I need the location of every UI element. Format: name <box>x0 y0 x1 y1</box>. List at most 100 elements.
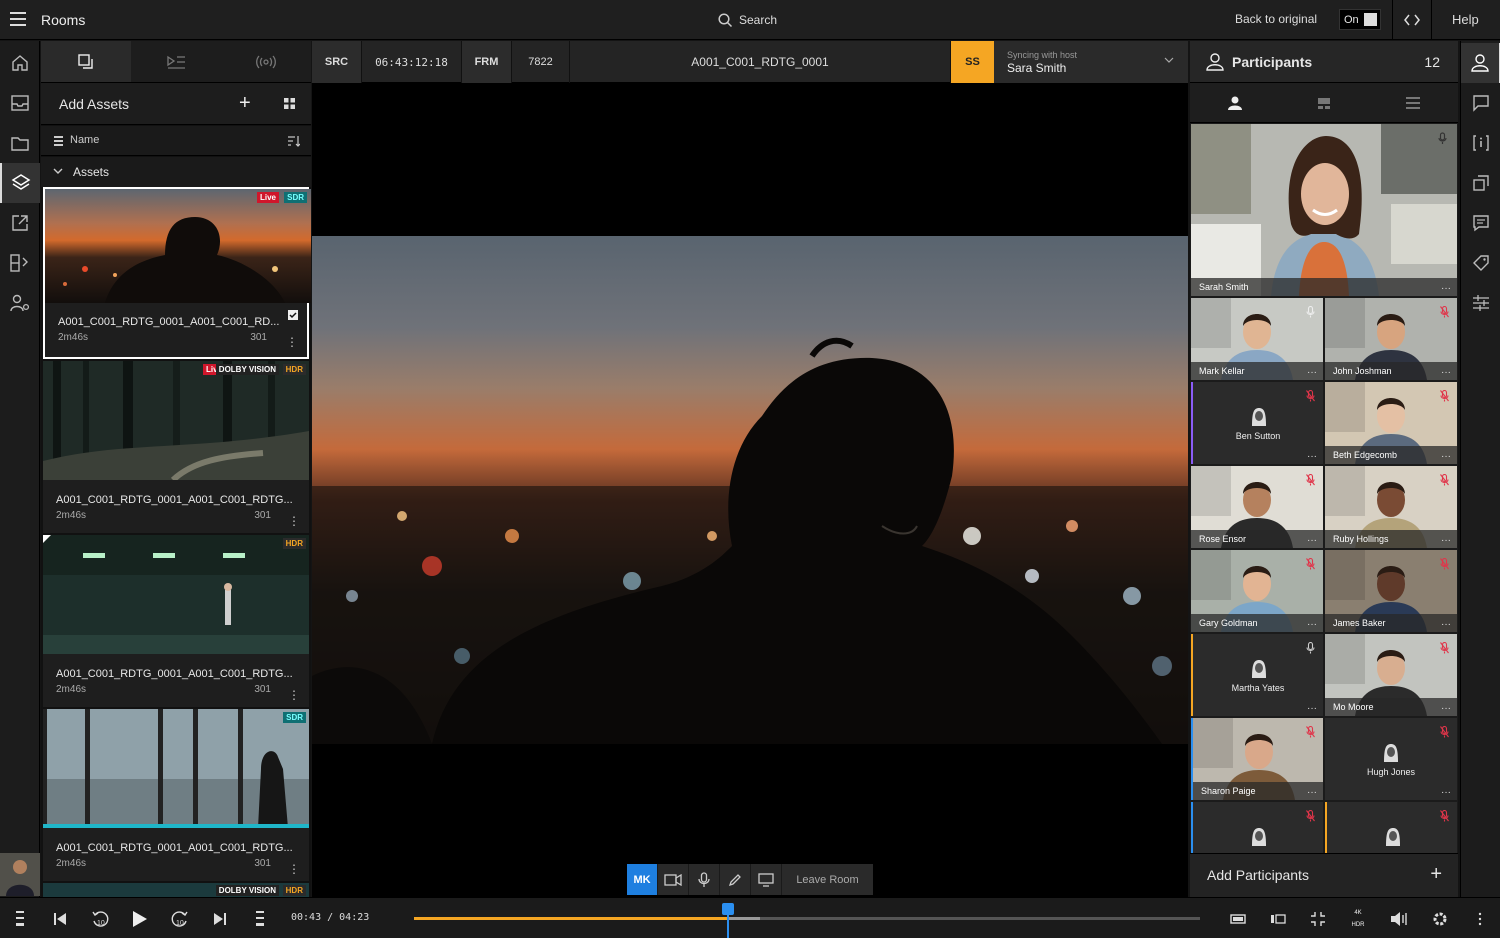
participant-tile[interactable]: Beth Edgecomb ··· <box>1325 382 1457 464</box>
grid-view-icon[interactable] <box>284 98 295 109</box>
playhead-handle[interactable] <box>722 903 735 938</box>
participant-tile[interactable]: Rose Ensor ··· <box>1191 466 1323 548</box>
leave-room-button[interactable]: Leave Room <box>782 864 873 895</box>
more-options-icon[interactable]: ··· <box>1441 367 1451 378</box>
original-toggle[interactable]: On <box>1339 9 1381 30</box>
checkbox-checked-icon[interactable] <box>288 310 298 320</box>
asset-card[interactable]: Live DOLBY VISION HDR A001_C001_RDTG_000… <box>43 361 309 533</box>
tag-icon[interactable] <box>1461 243 1500 283</box>
camera-button[interactable] <box>658 864 689 895</box>
tab-speaker-view[interactable] <box>1190 83 1279 122</box>
user-settings-icon[interactable] <box>0 283 40 323</box>
microphone-button[interactable] <box>689 864 720 895</box>
participant-tile[interactable]: James Baker ··· <box>1325 550 1457 632</box>
more-options-icon[interactable]: ··· <box>1307 619 1317 630</box>
embed-code-button[interactable] <box>1392 0 1432 40</box>
asset-card[interactable]: SDR A001_C001_RDTG_0001_A001_C001_RDTG..… <box>43 709 309 881</box>
adjustments-icon[interactable] <box>1461 283 1500 323</box>
more-options-icon[interactable]: ⋮ <box>288 515 300 527</box>
main-participant-video[interactable]: Sarah Smith ··· <box>1191 124 1457 296</box>
tab-assets[interactable] <box>41 41 131 82</box>
more-options-icon[interactable]: ··· <box>1307 535 1317 546</box>
participant-tile[interactable]: John Joshman ··· <box>1325 298 1457 380</box>
help-link[interactable]: Help <box>1452 12 1479 27</box>
quality-selector[interactable]: 4K HDR <box>1338 898 1378 938</box>
asset-card[interactable]: HDR A001_C001_RDTG_0001_A001_C001_RDTG..… <box>43 535 309 707</box>
skip-forward-button[interactable] <box>200 898 240 938</box>
add-asset-plus-icon[interactable]: + <box>239 93 251 113</box>
more-options-icon[interactable]: ··· <box>1441 451 1451 462</box>
tab-list-view[interactable] <box>1369 83 1458 122</box>
tab-live[interactable] <box>221 41 311 82</box>
more-options-icon[interactable]: ⋮ <box>286 336 298 348</box>
folder-icon[interactable] <box>0 123 40 163</box>
more-options-icon[interactable]: ··· <box>1441 619 1451 630</box>
asset-duration: 2m46s <box>56 510 87 521</box>
search-button[interactable]: Search <box>718 10 777 30</box>
more-options-icon[interactable]: ··· <box>1307 451 1317 462</box>
assets-group-header[interactable]: Assets <box>41 157 311 187</box>
rewind-10-button[interactable]: 10 <box>80 898 120 938</box>
more-options-icon[interactable]: ⋮ <box>288 863 300 875</box>
participant-tile[interactable]: Mo Moore ··· <box>1325 634 1457 716</box>
participant-tile[interactable] <box>1325 802 1457 853</box>
more-options-icon[interactable]: ⋮ <box>288 689 300 701</box>
participant-tile[interactable]: Gary Goldman ··· <box>1191 550 1323 632</box>
volume-button[interactable] <box>1380 898 1420 938</box>
forward-10-button[interactable]: 10 <box>160 898 200 938</box>
scrub-bar[interactable] <box>414 903 1200 938</box>
tab-playlist[interactable] <box>131 41 221 82</box>
screen-share-button[interactable] <box>751 864 782 895</box>
annotate-button[interactable] <box>720 864 751 895</box>
participant-tile[interactable]: Hugh Jones ··· <box>1325 718 1457 800</box>
layers-icon[interactable] <box>0 163 40 203</box>
flag-comment-icon[interactable] <box>1461 83 1500 123</box>
participant-tile[interactable]: Sharon Paige ··· <box>1191 718 1323 800</box>
my-initials-button[interactable]: MK <box>627 864 658 895</box>
video-viewer[interactable] <box>312 83 1188 897</box>
hamburger-menu-icon[interactable] <box>10 11 30 29</box>
play-button[interactable] <box>120 898 160 938</box>
user-avatar[interactable] <box>0 853 40 896</box>
compare-layout-button[interactable] <box>1258 898 1298 938</box>
sync-host-dropdown[interactable]: Syncing with host Sara Smith <box>994 41 1188 83</box>
rewind-10-icon: 10 <box>92 910 109 927</box>
more-options-icon[interactable]: ··· <box>1441 787 1451 798</box>
inbox-icon[interactable] <box>0 83 40 123</box>
more-options-icon[interactable]: ··· <box>1441 283 1451 294</box>
share-out-icon[interactable] <box>0 203 40 243</box>
add-participant-plus-icon[interactable]: + <box>1430 863 1442 886</box>
participant-tile[interactable]: Ruby Hollings ··· <box>1325 466 1457 548</box>
more-options-icon[interactable]: ··· <box>1307 703 1317 714</box>
more-options-icon[interactable] <box>1460 898 1500 938</box>
more-options-icon[interactable]: ··· <box>1441 535 1451 546</box>
queue-icon[interactable] <box>240 898 280 938</box>
fullscreen-button[interactable] <box>1298 898 1338 938</box>
sort-icon[interactable] <box>288 135 300 147</box>
participant-tile[interactable]: Martha Yates ··· <box>1191 634 1323 716</box>
playlist-menu-icon[interactable] <box>0 898 40 938</box>
back-to-original-link[interactable]: Back to original <box>1235 12 1317 26</box>
more-options-icon[interactable]: ··· <box>1307 787 1317 798</box>
home-icon[interactable] <box>0 43 40 83</box>
transform-icon[interactable] <box>1461 163 1500 203</box>
participant-tile[interactable] <box>1191 802 1323 853</box>
skip-back-button[interactable] <box>40 898 80 938</box>
compare-icon[interactable] <box>0 243 40 283</box>
asset-card[interactable]: Live SDR A001_C001_RDTG_0001_A001_C001_R… <box>43 187 311 359</box>
sort-header[interactable]: Name <box>41 126 311 156</box>
participants-rail-icon[interactable] <box>1461 43 1500 83</box>
more-options-icon[interactable]: ··· <box>1307 367 1317 378</box>
asset-card[interactable]: DOLBY VISION HDR <box>43 883 309 897</box>
participant-tile[interactable]: Ben Sutton ··· <box>1191 382 1323 464</box>
add-participants-row[interactable]: Add Participants + <box>1190 853 1458 897</box>
chat-icon[interactable] <box>1461 203 1500 243</box>
info-bracket-icon[interactable] <box>1461 123 1500 163</box>
asset-count: 301 <box>254 684 271 695</box>
settings-button[interactable] <box>1420 898 1460 938</box>
tab-grid-view[interactable] <box>1279 83 1368 122</box>
dolby-vision-badge: DOLBY VISION <box>215 885 279 896</box>
more-options-icon[interactable]: ··· <box>1441 703 1451 714</box>
theater-mode-button[interactable] <box>1218 898 1258 938</box>
participant-tile[interactable]: Mark Kellar ··· <box>1191 298 1323 380</box>
